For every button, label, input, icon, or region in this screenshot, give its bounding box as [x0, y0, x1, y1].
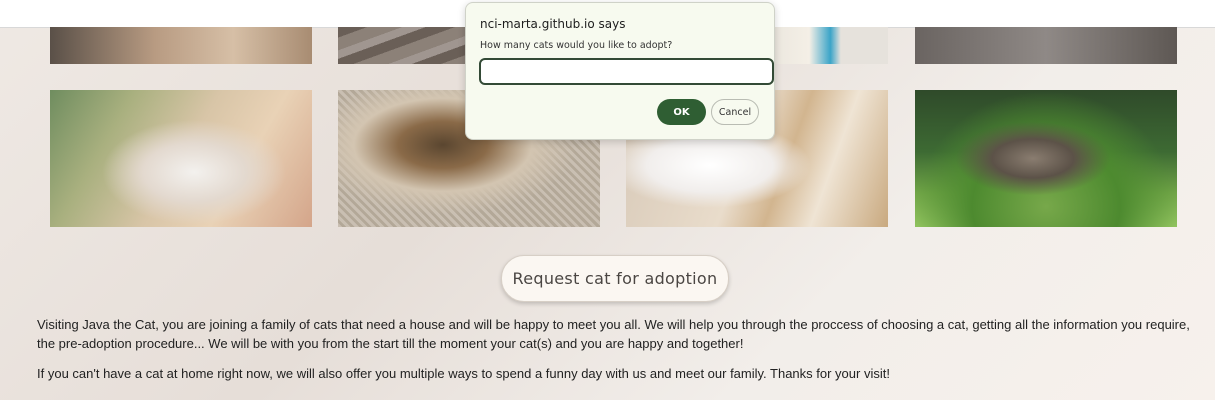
- dialog-title: nci-marta.github.io says: [480, 17, 626, 31]
- prompt-dialog: nci-marta.github.io says How many cats w…: [465, 2, 775, 140]
- cats-count-input[interactable]: [479, 58, 774, 85]
- request-cat-adoption-button[interactable]: Request cat for adoption: [501, 255, 729, 302]
- kitten-on-bed-photo: [50, 90, 312, 227]
- dialog-message: How many cats would you like to adopt?: [480, 40, 673, 51]
- cat-photo-top-1: [50, 27, 312, 64]
- kitten-in-grass-photo: [915, 90, 1177, 227]
- cat-photo-top-4: [915, 27, 1177, 64]
- intro-paragraph: Visiting Java the Cat, you are joining a…: [37, 317, 1190, 351]
- visit-paragraph: If you can't have a cat at home right no…: [37, 366, 890, 381]
- ok-button[interactable]: OK: [657, 99, 706, 125]
- cancel-button[interactable]: Cancel: [711, 99, 759, 125]
